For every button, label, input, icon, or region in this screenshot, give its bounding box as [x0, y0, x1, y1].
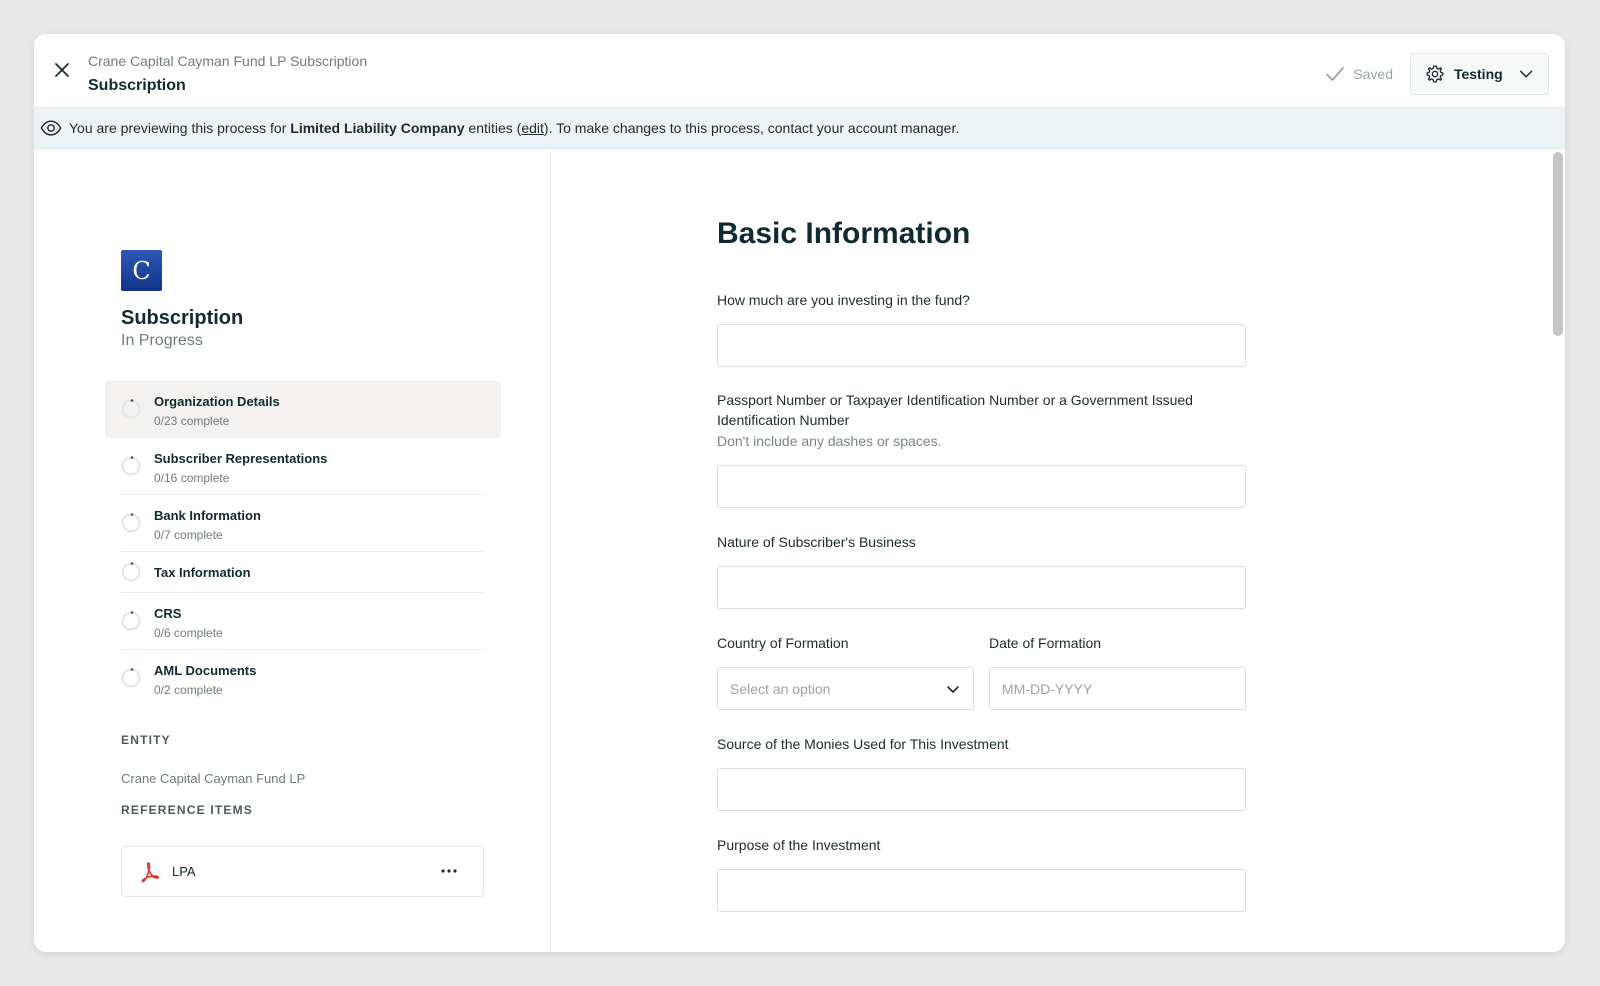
preview-banner: You are previewing this process for Limi…: [34, 107, 1565, 149]
sidebar: C Subscription In Progress Organization …: [34, 150, 551, 952]
environment-label: Testing: [1453, 66, 1503, 82]
scrollbar[interactable]: [1553, 152, 1563, 336]
chevron-down-icon: [1519, 70, 1533, 78]
progress-ring-icon: [121, 668, 141, 688]
passport-number-input[interactable]: [717, 465, 1246, 508]
investment-purpose-input[interactable]: [717, 869, 1246, 912]
investment-amount-label: How much are you investing in the fund?: [717, 292, 970, 308]
step-name: CRS: [154, 606, 182, 621]
main-content: Basic Information How much are you inves…: [551, 150, 1565, 952]
banner-mid: entities (: [468, 120, 522, 136]
edit-link[interactable]: edit: [521, 120, 544, 136]
country-select-placeholder: Select an option: [730, 680, 831, 697]
page-title: Subscription: [88, 77, 186, 94]
step-name: Organization Details: [154, 394, 280, 409]
business-nature-label: Nature of Subscriber's Business: [717, 534, 916, 550]
more-options-icon[interactable]: [439, 861, 459, 881]
step-count: 0/7 complete: [154, 528, 223, 542]
investment-purpose-label: Purpose of the Investment: [717, 837, 881, 853]
business-nature-input[interactable]: [717, 566, 1246, 609]
step-name: Tax Information: [154, 565, 251, 580]
banner-entity-type: Limited Liability Company: [290, 120, 465, 136]
gear-icon: [1426, 65, 1444, 83]
saved-label: Saved: [1353, 66, 1393, 82]
step-list: Organization Details 0/23 complete Subsc…: [105, 381, 501, 707]
step-count: 0/2 complete: [154, 683, 223, 697]
close-button[interactable]: [52, 60, 72, 80]
step-count: 0/23 complete: [154, 414, 230, 428]
banner-suffix: ). To make changes to this process, cont…: [543, 120, 960, 136]
entity-label: ENTITY: [121, 733, 171, 747]
step-name: AML Documents: [154, 663, 257, 678]
eye-icon: [40, 120, 62, 136]
sidebar-status: In Progress: [121, 332, 203, 349]
sidebar-title: Subscription: [121, 307, 244, 329]
app-window: Crane Capital Cayman Fund LP Subscriptio…: [34, 34, 1565, 952]
source-of-monies-label: Source of the Monies Used for This Inves…: [717, 736, 1009, 752]
country-of-formation-label: Country of Formation: [717, 635, 849, 651]
progress-ring-icon: [121, 611, 141, 631]
reference-item-name: LPA: [172, 864, 196, 879]
passport-number-help: Don't include any dashes or spaces.: [717, 433, 942, 449]
date-placeholder: MM-DD-YYYY: [1002, 680, 1093, 697]
step-name: Subscriber Representations: [154, 451, 328, 466]
step-aml-documents[interactable]: AML Documents 0/2 complete: [105, 650, 501, 707]
close-icon: [55, 63, 69, 77]
step-name: Bank Information: [154, 508, 261, 523]
progress-ring-icon: [121, 562, 141, 582]
investment-amount-input[interactable]: [717, 324, 1246, 367]
reference-items-label: REFERENCE ITEMS: [121, 803, 254, 817]
saved-status: Saved: [1325, 64, 1393, 84]
progress-ring-icon: [121, 513, 141, 533]
date-of-formation-label: Date of Formation: [989, 635, 1102, 651]
form-title: Basic Information: [717, 217, 971, 250]
fund-logo: C: [121, 250, 162, 291]
step-count: 0/16 complete: [154, 471, 230, 485]
source-of-monies-input[interactable]: [717, 768, 1246, 811]
step-tax-information[interactable]: Tax Information: [105, 552, 501, 593]
banner-prefix: You are previewing this process for: [69, 120, 287, 136]
pdf-icon: [141, 862, 160, 883]
progress-ring-icon: [121, 399, 141, 419]
header: Crane Capital Cayman Fund LP Subscriptio…: [34, 34, 1565, 107]
step-crs[interactable]: CRS 0/6 complete: [105, 593, 501, 650]
check-icon: [1326, 67, 1345, 81]
step-bank-information[interactable]: Bank Information 0/7 complete: [105, 495, 501, 552]
breadcrumb: Crane Capital Cayman Fund LP Subscriptio…: [88, 53, 368, 69]
step-organization-details[interactable]: Organization Details 0/23 complete: [105, 381, 501, 438]
chevron-down-icon: [947, 685, 959, 693]
step-count: 0/6 complete: [154, 626, 223, 640]
entity-value: Crane Capital Cayman Fund LP: [121, 771, 306, 786]
environment-dropdown[interactable]: Testing: [1410, 53, 1549, 95]
passport-number-label: Passport Number or Taxpayer Identificati…: [717, 392, 1193, 428]
date-of-formation-input[interactable]: MM-DD-YYYY: [989, 667, 1246, 710]
reference-item-lpa[interactable]: LPA: [121, 846, 484, 897]
progress-ring-icon: [121, 456, 141, 476]
country-of-formation-select[interactable]: Select an option: [717, 667, 974, 710]
step-subscriber-representations[interactable]: Subscriber Representations 0/16 complete: [105, 438, 501, 495]
